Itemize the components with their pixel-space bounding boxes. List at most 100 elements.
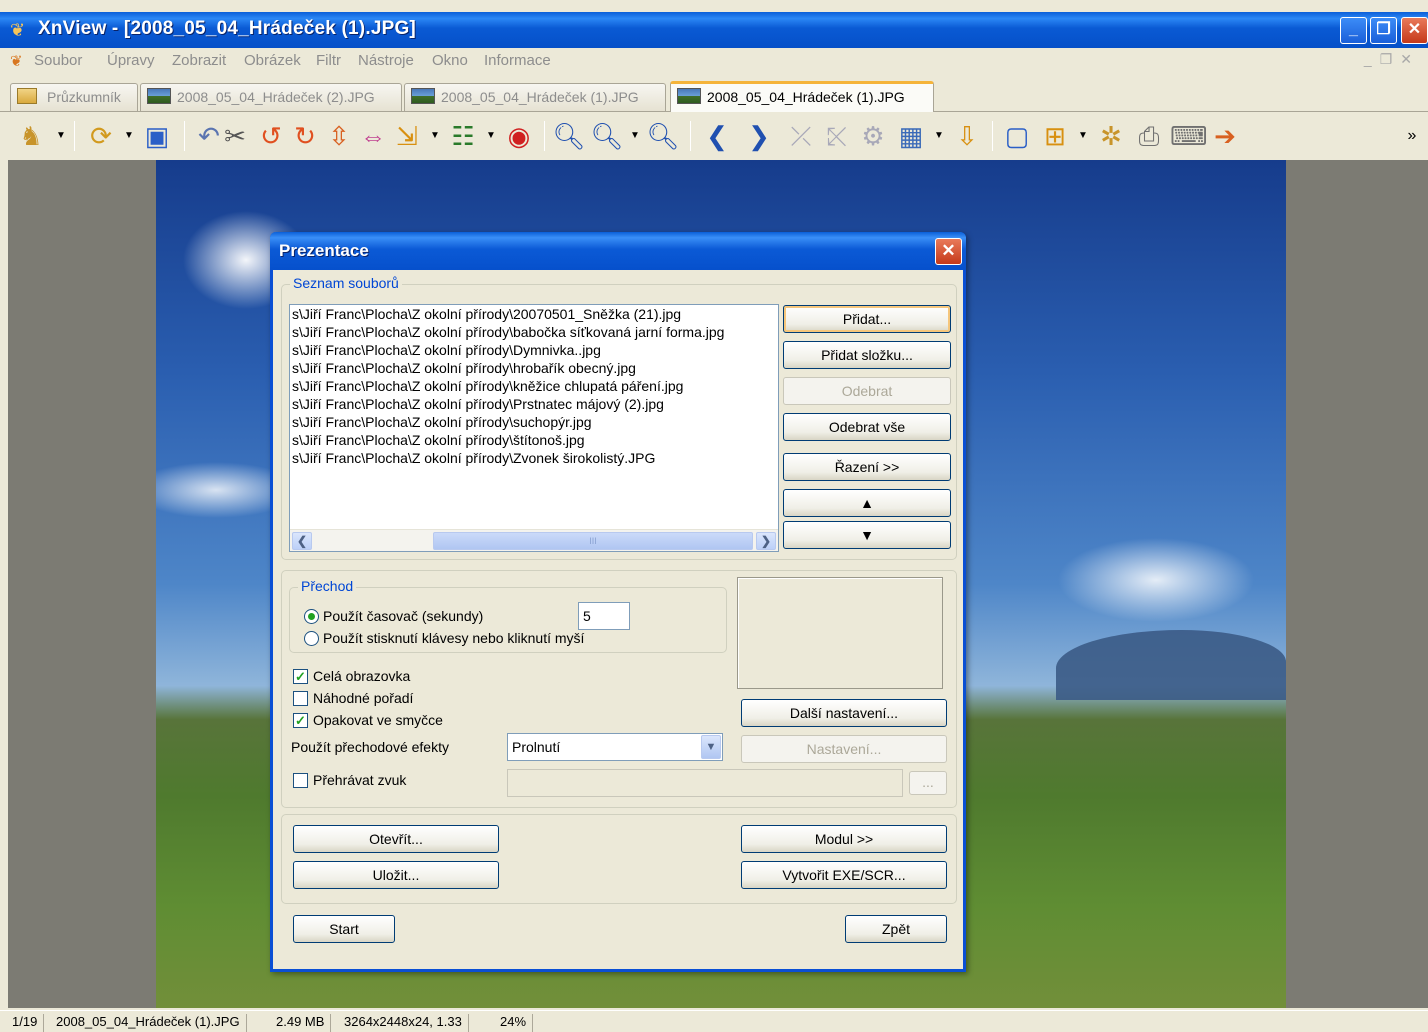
start-button[interactable]: Start (293, 915, 395, 943)
redeye-icon[interactable]: ◉ (502, 119, 536, 153)
previous-icon[interactable]: ❮ (700, 119, 734, 153)
remove-all-button[interactable]: Odebrat vše (783, 413, 951, 441)
add-button[interactable]: Přidat... (783, 305, 951, 333)
menu-upravy[interactable]: Úpravy (107, 52, 155, 69)
properties-icon[interactable]: ▢ (1000, 119, 1034, 153)
scanner-icon[interactable]: ⌨ (1170, 119, 1208, 153)
settings-gear-icon[interactable]: ⚙ (856, 119, 890, 153)
file-list[interactable]: s\Jiří Franc\Plocha\Z okolní přírody\200… (289, 304, 779, 552)
list-item[interactable]: s\Jiří Franc\Plocha\Z okolní přírody\hro… (290, 359, 778, 377)
options-icon[interactable]: ✲ (1094, 119, 1128, 153)
list-item[interactable]: s\Jiří Franc\Plocha\Z okolní přírody\ští… (290, 431, 778, 449)
tab-image-2[interactable]: 2008_05_04_Hrádeček (2).JPG (140, 83, 402, 111)
flip-vertical-icon[interactable]: ⇳ (322, 119, 356, 153)
chevron-down-icon[interactable]: ▼ (486, 119, 496, 153)
menu-zobrazit[interactable]: Zobrazit (172, 52, 226, 69)
chevron-down-icon[interactable]: ▼ (934, 119, 944, 153)
chevron-down-icon[interactable]: ▼ (630, 119, 640, 153)
sound-file-input[interactable] (507, 769, 903, 797)
timer-seconds-input[interactable]: 5 (578, 602, 630, 630)
list-item[interactable]: s\Jiří Franc\Plocha\Z okolní přírody\kně… (290, 377, 778, 395)
menu-okno[interactable]: Okno (432, 52, 468, 69)
title-bar[interactable]: ❦ XnView - [2008_05_04_Hrádeček (1).JPG]… (0, 12, 1428, 48)
toolbar-overflow-icon[interactable]: » (1400, 119, 1424, 153)
chevron-down-icon[interactable]: ▼ (430, 119, 440, 153)
list-item[interactable]: s\Jiří Franc\Plocha\Z okolní přírody\Dym… (290, 341, 778, 359)
module-button[interactable]: Modul >> (741, 825, 947, 853)
tab-pruzkumnik[interactable]: Průzkumník (10, 83, 138, 111)
filmstrip-icon[interactable]: ▦ (894, 119, 928, 153)
open-button[interactable]: Otevřít... (293, 825, 499, 853)
menu-obrazek[interactable]: Obrázek (244, 52, 301, 69)
window-title: XnView - [2008_05_04_Hrádeček (1).JPG] (38, 18, 416, 39)
move-up-button[interactable]: ▲ (783, 489, 951, 517)
menu-nastroje[interactable]: Nástroje (358, 52, 414, 69)
minimize-button[interactable]: _ (1340, 17, 1367, 44)
tab-image-1[interactable]: 2008_05_04_Hrádeček (1).JPG (404, 83, 666, 111)
save-icon[interactable]: ▣ (140, 119, 174, 153)
list-item[interactable]: s\Jiří Franc\Plocha\Z okolní přírody\Prs… (290, 395, 778, 413)
browse-sound-button[interactable]: ... (909, 771, 947, 795)
more-settings-button[interactable]: Další nastavení... (741, 699, 947, 727)
restore-button[interactable]: ❐ (1370, 17, 1397, 44)
slideshow-folder-icon[interactable]: ⊞ (1038, 119, 1072, 153)
move-down-button[interactable]: ▼ (783, 521, 951, 549)
remove-button[interactable]: Odebrat (783, 377, 951, 405)
rotate-right-icon[interactable]: ↻ (288, 119, 322, 153)
exit-icon[interactable]: ➔ (1208, 119, 1242, 153)
scroll-right-icon[interactable]: ❯ (756, 532, 776, 550)
zoom-in-icon[interactable]: 🔍︎ (552, 119, 586, 153)
next-icon[interactable]: ❯ (742, 119, 776, 153)
effect-settings-button[interactable]: Nastavení... (741, 735, 947, 763)
toolbar: ♞ ▼ ⟳ ▼ ▣ ↶ ✂ ↺ ↻ ⇳ ⇔ ⇲ ▼ ☷ ▼ ◉ 🔍︎ 🔍︎ ▼ … (0, 113, 1428, 159)
tab-bar: Průzkumník 2008_05_04_Hrádeček (2).JPG 2… (0, 80, 1428, 112)
horizontal-scrollbar[interactable]: ❮ III ❯ (290, 529, 778, 551)
scroll-left-icon[interactable]: ❮ (292, 532, 312, 550)
list-item[interactable]: s\Jiří Franc\Plocha\Z okolní přírody\suc… (290, 413, 778, 431)
menu-soubor[interactable]: Soubor (34, 52, 82, 69)
chevron-down-icon[interactable]: ▼ (56, 119, 66, 153)
key-click-radio[interactable] (304, 631, 319, 646)
play-sound-checkbox[interactable] (293, 773, 308, 788)
mdi-controls[interactable]: _❐✕ (1364, 51, 1420, 68)
zoom-icon[interactable]: 🔍︎ (590, 119, 624, 153)
first-icon[interactable]: ⤫ (784, 119, 818, 153)
download-icon[interactable]: ⇩ (950, 119, 984, 153)
open-folder-icon[interactable]: ⟳ (84, 119, 118, 153)
adjust-icon[interactable]: ☷ (446, 119, 480, 153)
create-exe-button[interactable]: Vytvořit EXE/SCR... (741, 861, 947, 889)
dialog-title: Prezentace (279, 241, 369, 260)
random-order-label: Náhodné pořadí (313, 690, 414, 706)
tab-image-1-active[interactable]: 2008_05_04_Hrádeček (1).JPG (670, 81, 934, 112)
browser-icon[interactable]: ♞ (14, 119, 48, 153)
rotate-left-icon[interactable]: ↺ (254, 119, 288, 153)
menu-informace[interactable]: Informace (484, 52, 551, 69)
cut-icon[interactable]: ✂ (218, 119, 252, 153)
fullscreen-checkbox[interactable]: ✓ (293, 669, 308, 684)
list-item[interactable]: s\Jiří Franc\Plocha\Z okolní přírody\bab… (290, 323, 778, 341)
dialog-title-bar[interactable]: Prezentace ✕ (270, 232, 966, 270)
zoom-out-icon[interactable]: 🔍︎ (646, 119, 680, 153)
list-item[interactable]: s\Jiří Franc\Plocha\Z okolní přírody\200… (290, 305, 778, 323)
chevron-down-icon[interactable]: ▼ (124, 119, 134, 153)
menu-filtr[interactable]: Filtr (316, 52, 341, 69)
timer-radio[interactable] (304, 609, 319, 624)
back-button[interactable]: Zpět (845, 915, 947, 943)
chevron-down-icon[interactable]: ▼ (1078, 119, 1088, 153)
save-button[interactable]: Uložit... (293, 861, 499, 889)
flip-horizontal-icon[interactable]: ⇔ (356, 119, 390, 153)
scroll-thumb[interactable]: III (433, 532, 753, 550)
list-item[interactable]: s\Jiří Franc\Plocha\Z okolní přírody\Zvo… (290, 449, 778, 467)
print-icon[interactable]: ⎙ (1132, 119, 1166, 153)
close-button[interactable]: ✕ (1401, 17, 1428, 44)
effects-select[interactable]: Prolnutí ▼ (507, 733, 723, 761)
loop-checkbox[interactable]: ✓ (293, 713, 308, 728)
sort-button[interactable]: Řazení >> (783, 453, 951, 481)
dialog-close-button[interactable]: ✕ (935, 238, 962, 265)
last-icon[interactable]: ⤪ (820, 119, 854, 153)
add-folder-button[interactable]: Přidat složku... (783, 341, 951, 369)
resize-icon[interactable]: ⇲ (390, 119, 424, 153)
chevron-down-icon[interactable]: ▼ (701, 735, 721, 759)
document-menu-icon[interactable]: ❦ (10, 52, 23, 70)
random-order-checkbox[interactable] (293, 691, 308, 706)
